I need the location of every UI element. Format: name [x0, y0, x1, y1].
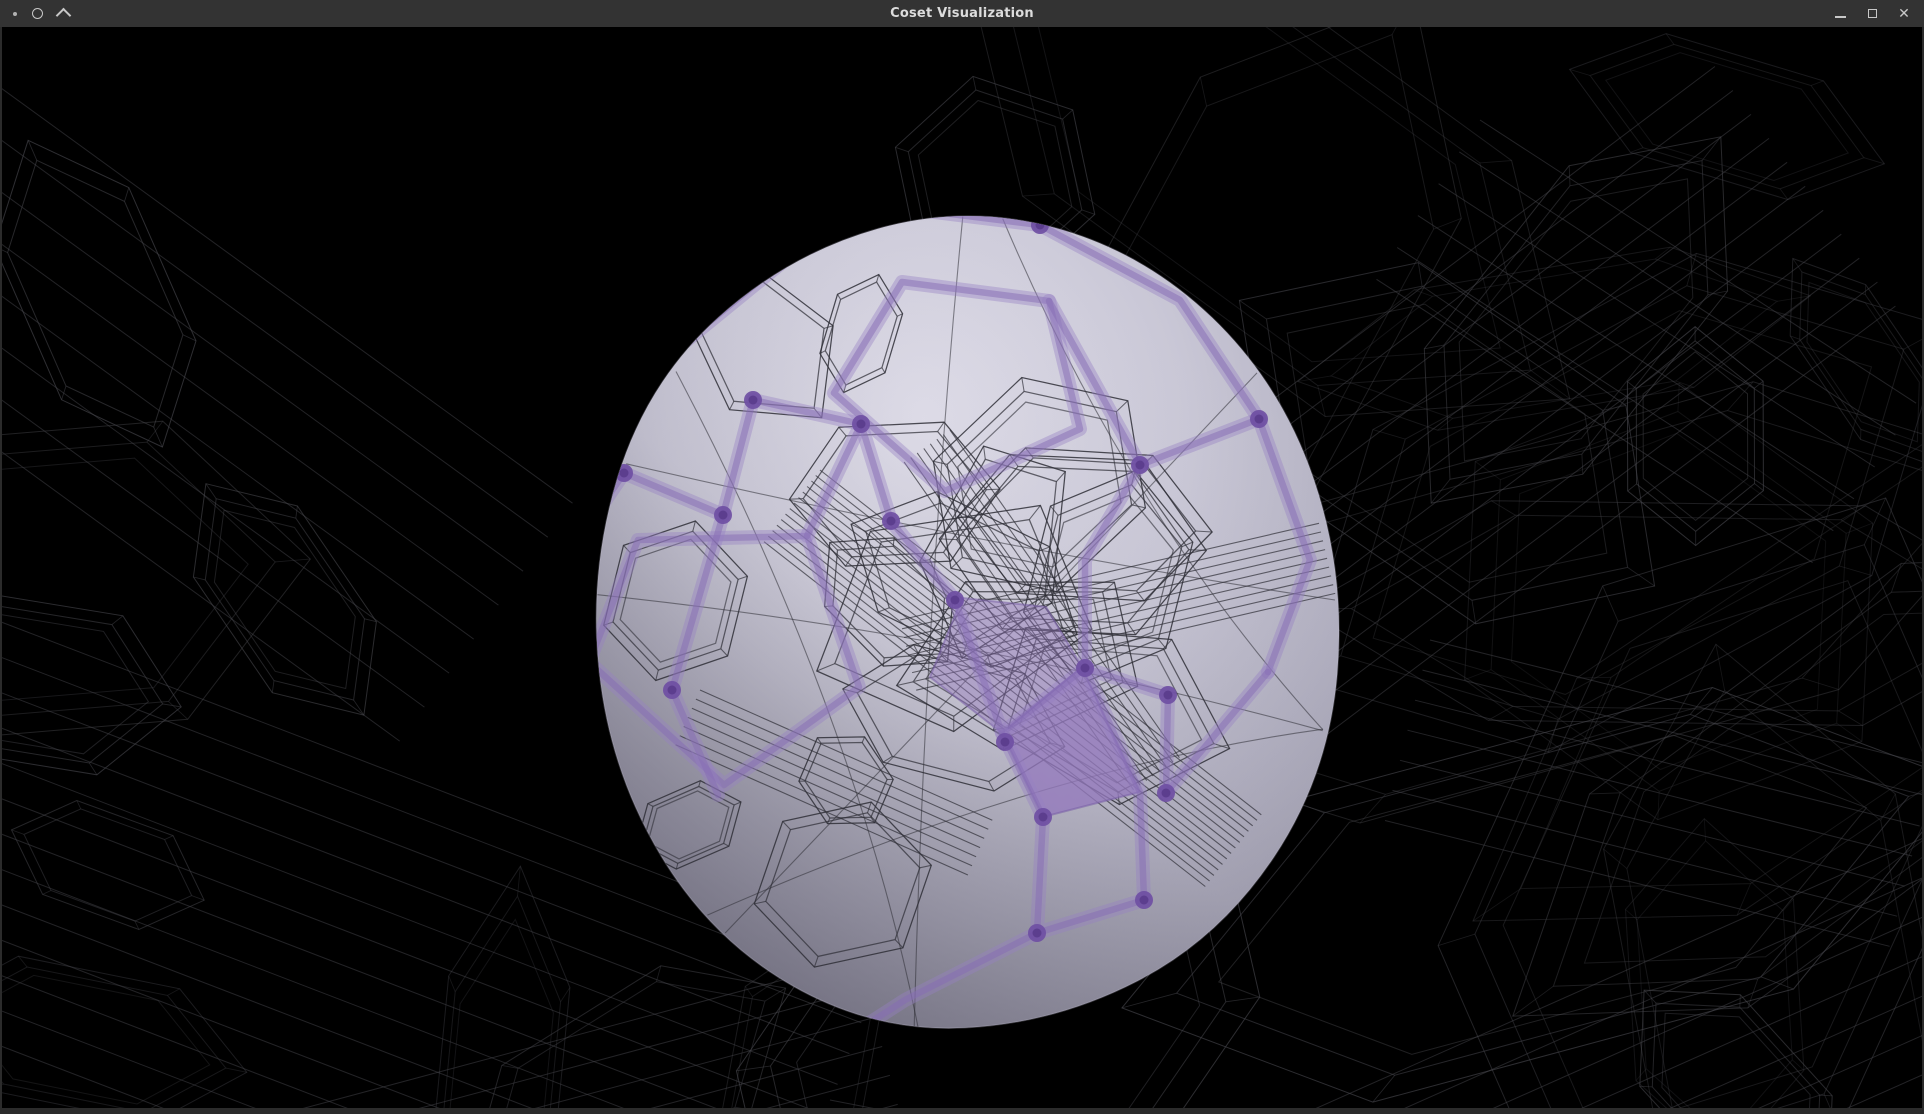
app-window: Coset Visualization ✕ — [0, 0, 1924, 1114]
coset-3d-viewport[interactable] — [2, 27, 1922, 1108]
titlebar: Coset Visualization ✕ — [0, 0, 1924, 27]
minimize-button[interactable] — [1833, 5, 1847, 23]
minimize-icon — [1835, 16, 1846, 18]
maximize-button[interactable] — [1865, 5, 1879, 23]
close-button[interactable]: ✕ — [1897, 5, 1911, 23]
window-title: Coset Visualization — [0, 0, 1924, 27]
window-controls: ✕ — [1833, 0, 1911, 27]
maximize-icon — [1868, 9, 1877, 18]
